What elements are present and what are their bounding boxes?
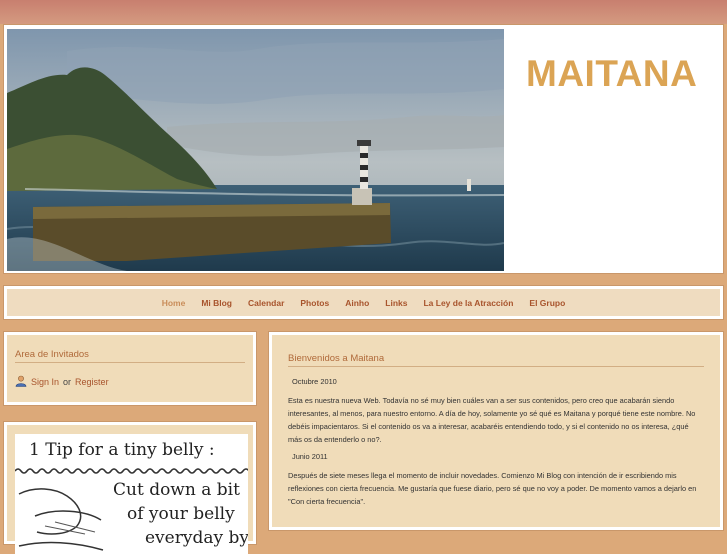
promo-headline: 1 Tip for a tiny belly :: [29, 440, 215, 460]
nav-ainho[interactable]: Ainho: [345, 298, 369, 308]
guest-area-title: Area de Invitados: [15, 349, 245, 363]
top-bar: [0, 0, 727, 24]
wavy-divider: [15, 468, 248, 474]
or-text: or: [63, 377, 72, 387]
sign-in-row: Sign In or Register: [15, 375, 245, 389]
register-link[interactable]: Register: [75, 377, 109, 387]
user-icon: [15, 375, 27, 389]
nav-photos[interactable]: Photos: [300, 298, 329, 308]
welcome-paragraph-1: Esta es nuestra nueva Web. Todavía no sé…: [288, 396, 696, 444]
post-date-october-2010: Octubre 2010: [292, 377, 337, 386]
belly-sketch-icon: [18, 488, 104, 551]
nav-ley-atraccion[interactable]: La Ley de la Atracción: [423, 298, 513, 308]
promo-line-4: everyday by: [145, 528, 248, 548]
site-header: MAITANA: [3, 24, 724, 274]
nav-calendar[interactable]: Calendar: [248, 298, 284, 308]
welcome-paragraph-2: Después de siete meses llega el momento …: [288, 471, 697, 506]
welcome-panel: Bienvenidos a Maitana Octubre 2010 Esta …: [268, 331, 724, 531]
main-nav: Home Mi Blog Calendar Photos Ainho Links…: [3, 285, 724, 320]
header-photo: [7, 29, 504, 271]
guest-area-panel: Area de Invitados Sign In or Register: [3, 331, 257, 406]
nav-links[interactable]: Links: [385, 298, 407, 308]
promo-line-3: of your belly: [127, 504, 235, 524]
promo-ad-image[interactable]: 1 Tip for a tiny belly : Cut down a bit …: [15, 434, 248, 554]
nav-mi-blog[interactable]: Mi Blog: [201, 298, 232, 308]
post-date-june-2011: Junio 2011: [292, 452, 328, 461]
welcome-title: Bienvenidos a Maitana: [288, 353, 704, 367]
promo-ad-panel[interactable]: 1 Tip for a tiny belly : Cut down a bit …: [3, 421, 257, 554]
nav-el-grupo[interactable]: El Grupo: [529, 298, 565, 308]
sign-in-link[interactable]: Sign In: [31, 377, 59, 387]
promo-line-2: Cut down a bit: [113, 480, 240, 500]
nav-home[interactable]: Home: [162, 298, 186, 308]
site-title: MAITANA: [526, 53, 698, 94]
